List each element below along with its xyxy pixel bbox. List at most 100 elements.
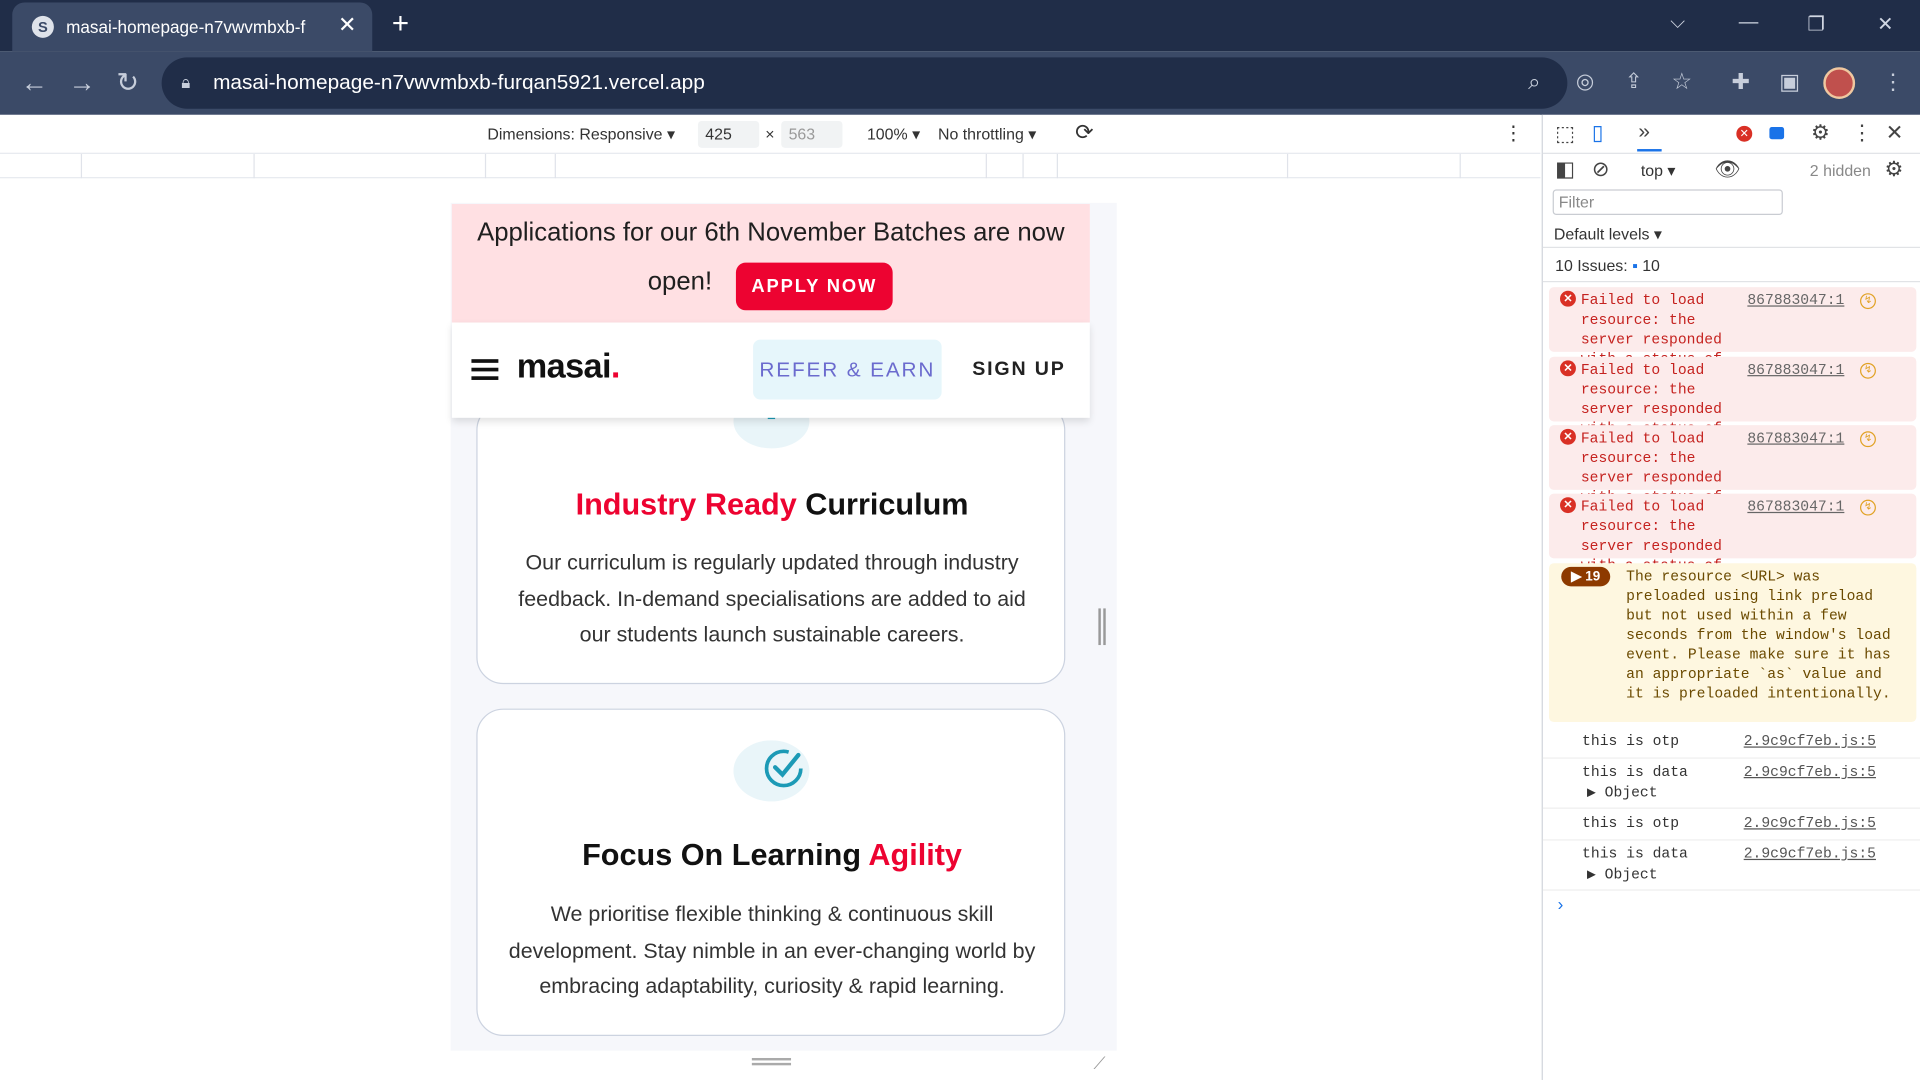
- settings-gear-icon[interactable]: ⚙: [1811, 121, 1830, 145]
- error-source-link[interactable]: 867883047:1: [1747, 429, 1844, 449]
- resize-handle-corner[interactable]: ⟋: [1093, 1053, 1105, 1074]
- media-query-ruler[interactable]: [0, 153, 1541, 179]
- bookmark-star-icon[interactable]: ☆: [1671, 68, 1692, 96]
- log-object[interactable]: ▶ Object: [1587, 783, 1658, 803]
- resize-handle-right[interactable]: [1098, 608, 1106, 646]
- error-icon: ✕: [1560, 497, 1576, 514]
- log-text: this is otp: [1582, 733, 1680, 751]
- throttling-dropdown[interactable]: No throttling ▾: [938, 125, 1036, 145]
- zoom-icon[interactable]: ⌕: [1528, 70, 1540, 96]
- window-close-icon[interactable]: ✕: [1877, 12, 1893, 36]
- device-toolbar: Dimensions: Responsive ▾ 425 × 563 100% …: [0, 114, 1541, 154]
- card-body: Our curriculum is regularly updated thro…: [518, 549, 1026, 647]
- chrome-menu-icon[interactable]: ⋮: [1882, 70, 1904, 96]
- hamburger-menu-icon[interactable]: [471, 359, 499, 380]
- console-log-row[interactable]: this is otp 2.9c9cf7eb.js:5: [1542, 814, 1920, 841]
- error-count-icon[interactable]: ✕: [1736, 125, 1753, 142]
- network-request-icon[interactable]: ↯: [1860, 431, 1876, 448]
- reload-icon[interactable]: ↻: [116, 67, 139, 99]
- error-source-link[interactable]: 867883047:1: [1747, 291, 1844, 311]
- issues-link[interactable]: 10 Issues: ▪ 10: [1555, 257, 1660, 275]
- console-error-message[interactable]: ✕ Failed to load resource: the server re…: [1548, 493, 1917, 594]
- warning-count-badge[interactable]: ▶ 19: [1561, 566, 1611, 587]
- network-request-icon[interactable]: ↯: [1860, 293, 1876, 310]
- hidden-count[interactable]: 2 hidden: [1810, 161, 1871, 179]
- console-error-message[interactable]: ✕ Failed to load resource: the server re…: [1548, 425, 1917, 525]
- active-tab-indicator: [1637, 149, 1662, 152]
- throttling-value: No throttling: [937, 124, 1024, 143]
- clear-console-icon[interactable]: ⊘: [1592, 158, 1609, 182]
- height-input[interactable]: 563: [781, 120, 843, 148]
- error-icon: ✕: [1560, 428, 1576, 445]
- more-options-icon[interactable]: ⋮: [1504, 121, 1524, 145]
- back-icon[interactable]: ←: [21, 67, 48, 99]
- site-header: masai. REFER & EARN SIGN UP: [451, 322, 1090, 418]
- context-selector[interactable]: top ▾: [1641, 161, 1676, 181]
- check-circle-icon: [733, 740, 810, 802]
- banner-text: Applications for our 6th November Batche…: [477, 218, 1065, 247]
- log-source-link[interactable]: 2.9c9cf7eb.js:5: [1744, 732, 1876, 752]
- forward-icon[interactable]: →: [69, 67, 96, 99]
- close-tab-icon[interactable]: ✕: [338, 12, 356, 38]
- minimize-icon[interactable]: —: [1739, 12, 1759, 34]
- live-expression-eye-icon[interactable]: 👁︎: [1714, 158, 1740, 182]
- sidebar-toggle-icon[interactable]: ◧: [1555, 158, 1575, 182]
- apply-now-button[interactable]: APPLY NOW: [735, 262, 893, 311]
- expand-triangle-icon: ▶: [1571, 569, 1582, 584]
- chevron-down-icon: ▾: [912, 124, 921, 143]
- error-source-link[interactable]: 867883047:1: [1747, 497, 1844, 517]
- console-settings-icon[interactable]: ⚙: [1885, 158, 1904, 182]
- banner-text-cont: open!: [647, 267, 713, 296]
- new-tab-icon[interactable]: +: [392, 7, 409, 41]
- error-icon: ✕: [1560, 360, 1576, 377]
- close-devtools-icon[interactable]: ✕: [1886, 121, 1903, 145]
- console-warning-message[interactable]: ▶ 19 The resource <URL> was preloaded us…: [1548, 563, 1917, 723]
- warning-text: The resource <URL> was preloaded using l…: [1626, 568, 1891, 703]
- chevron-down-icon: ▾: [1028, 124, 1037, 143]
- masai-logo[interactable]: masai.: [517, 347, 621, 386]
- console-log-row[interactable]: this is otp 2.9c9cf7eb.js:5: [1542, 732, 1920, 759]
- console-prompt-icon[interactable]: ›: [1558, 894, 1564, 914]
- side-panel-icon[interactable]: ▣: [1779, 70, 1800, 96]
- devtools-menu-icon[interactable]: ⋮: [1851, 121, 1872, 145]
- tab-search-icon[interactable]: ⌵: [1670, 12, 1685, 34]
- console-filter-input[interactable]: Filter: [1552, 189, 1783, 216]
- zoom-value: 100%: [866, 124, 908, 143]
- width-input[interactable]: 425: [697, 120, 760, 148]
- network-request-icon[interactable]: ↯: [1860, 499, 1876, 516]
- more-tabs-icon[interactable]: »: [1638, 120, 1650, 144]
- network-request-icon[interactable]: ↯: [1860, 362, 1876, 379]
- url-text: masai-homepage-n7vwvmbxb-furqan5921.verc…: [213, 70, 705, 95]
- issues-count-icon[interactable]: [1769, 127, 1785, 140]
- log-levels-dropdown[interactable]: Default levels ▾: [1554, 225, 1662, 245]
- share-icon[interactable]: ⇪: [1625, 70, 1642, 94]
- card-body: We prioritise flexible thinking & contin…: [508, 901, 1036, 999]
- address-bar[interactable]: 🔒︎ masai-homepage-n7vwvmbxb-furqan5921.v…: [161, 57, 1692, 109]
- console-log-row[interactable]: this is data 2.9c9cf7eb.js:5 ▶ Object: [1542, 844, 1920, 891]
- console-log-row[interactable]: this is data 2.9c9cf7eb.js:5 ▶ Object: [1542, 762, 1920, 809]
- zoom-dropdown[interactable]: 100% ▾: [867, 125, 920, 145]
- browser-tab[interactable]: S masai-homepage-n7vwvmbxb-f ✕: [12, 2, 373, 52]
- profile-avatar[interactable]: [1823, 67, 1856, 99]
- device-toggle-icon[interactable]: ▯: [1592, 121, 1603, 145]
- log-source-link[interactable]: 2.9c9cf7eb.js:5: [1744, 762, 1876, 782]
- inspect-element-icon[interactable]: ⬚: [1555, 122, 1575, 146]
- rotate-icon[interactable]: ⟳: [1075, 120, 1093, 146]
- resize-handle-bottom[interactable]: [751, 1057, 792, 1066]
- card-title: Industry Ready Curriculum: [575, 487, 969, 522]
- log-object[interactable]: ▶ Object: [1587, 865, 1658, 885]
- log-source-link[interactable]: 2.9c9cf7eb.js:5: [1744, 844, 1876, 864]
- card-title: Focus On Learning Agility: [582, 838, 962, 873]
- log-text: this is data: [1582, 845, 1688, 863]
- dimensions-dropdown[interactable]: Dimensions: Responsive ▾: [487, 125, 675, 145]
- eye-off-icon[interactable]: ◎: [1576, 70, 1594, 94]
- log-source-link[interactable]: 2.9c9cf7eb.js:5: [1744, 814, 1876, 834]
- console-error-message[interactable]: ✕ Failed to load resource: the server re…: [1548, 356, 1917, 457]
- console-error-message[interactable]: ✕ Failed to load resource: the server re…: [1548, 287, 1917, 387]
- error-source-link[interactable]: 867883047:1: [1747, 360, 1844, 380]
- refer-earn-button[interactable]: REFER & EARN: [753, 339, 942, 400]
- restore-icon[interactable]: ❐: [1807, 12, 1825, 36]
- extensions-icon[interactable]: ✚: [1731, 70, 1749, 96]
- log-levels-label: Default levels: [1553, 224, 1650, 244]
- sign-up-button[interactable]: SIGN UP: [972, 359, 1065, 381]
